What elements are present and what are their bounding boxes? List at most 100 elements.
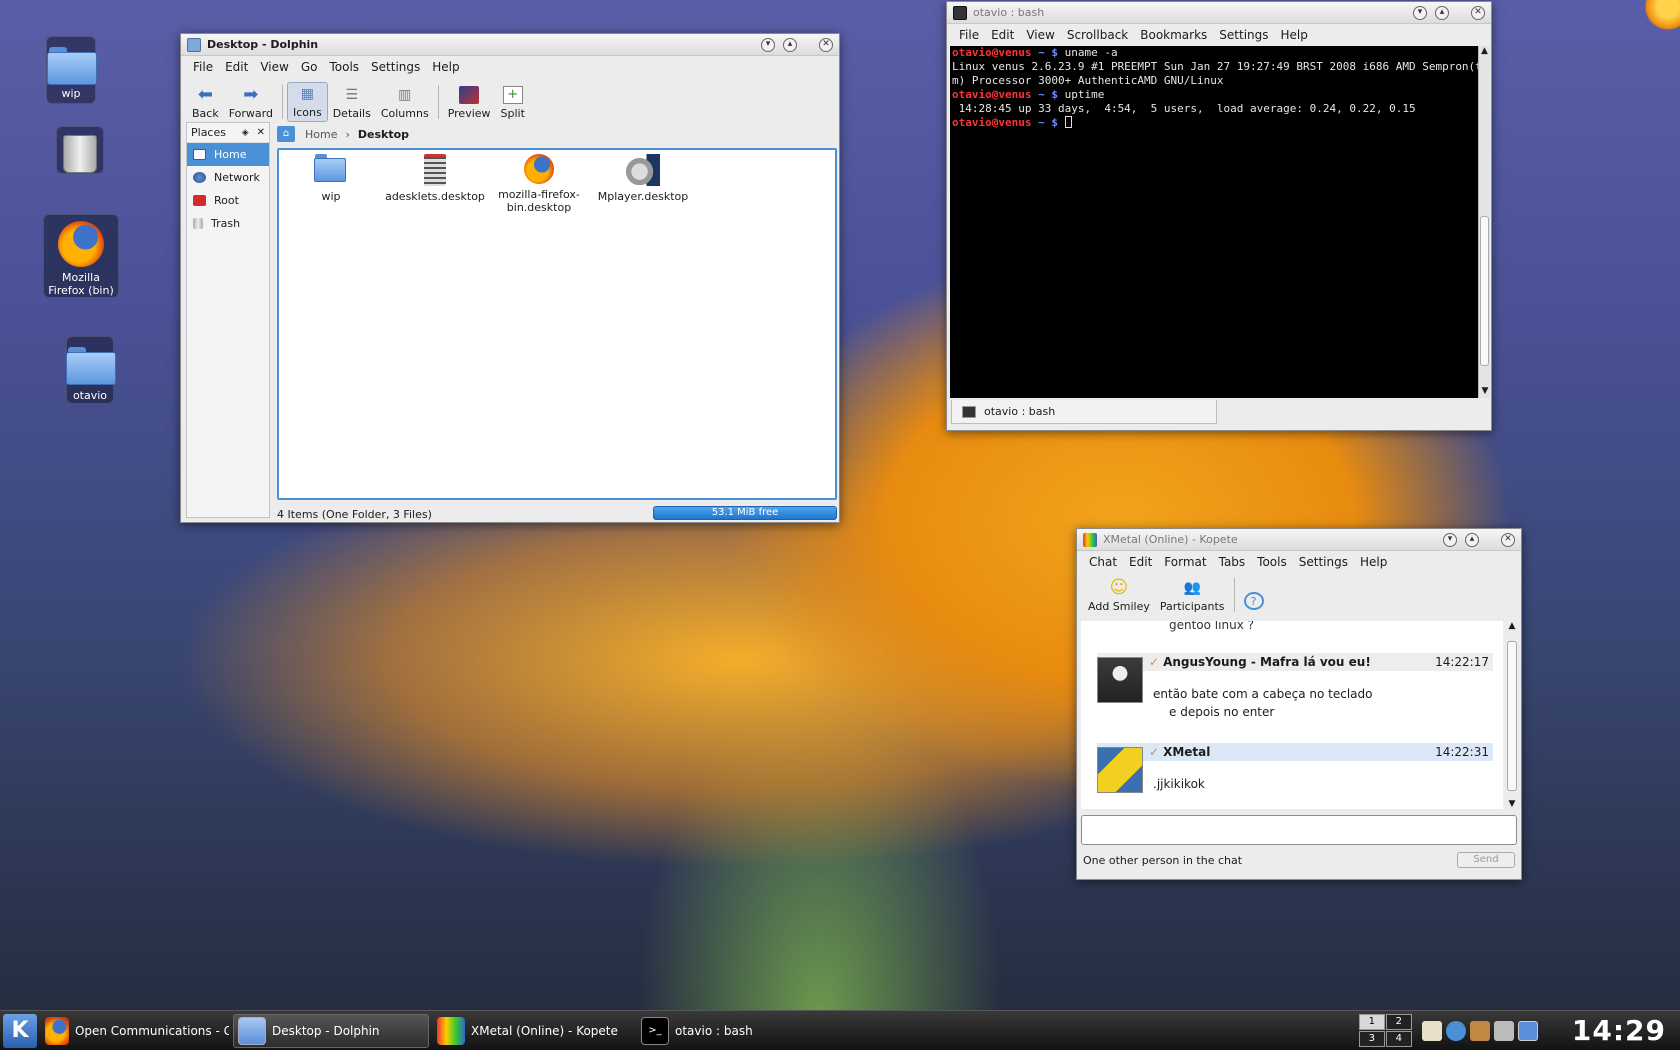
menu-format[interactable]: Format xyxy=(1158,555,1212,569)
message-sender: AngusYoung - Mafra lá vou eu! xyxy=(1163,655,1371,669)
minimize-button[interactable]: ▾ xyxy=(1413,5,1427,20)
home-icon[interactable]: ⌂ xyxy=(277,126,295,142)
file-item[interactable]: Mplayer.desktop xyxy=(593,154,693,203)
task-label: Open Communications - Goog xyxy=(74,1023,229,1038)
partial-message-line: gentoo linux ? xyxy=(1169,621,1254,632)
scrollbar-thumb[interactable] xyxy=(1480,216,1489,366)
file-name: adesklets.desktop xyxy=(385,190,485,203)
desktop-icon-trash[interactable] xyxy=(56,126,104,174)
preview-button[interactable]: Preview xyxy=(443,82,496,122)
menu-chat[interactable]: Chat xyxy=(1083,555,1123,569)
scroll-down-icon[interactable]: ▼ xyxy=(1479,386,1491,396)
minimize-button[interactable]: ▾ xyxy=(761,37,775,52)
clock[interactable]: 14:29 xyxy=(1542,1014,1680,1047)
file-item[interactable]: adesklets.desktop xyxy=(385,154,485,203)
message-header: ✓ AngusYoung - Mafra lá vou eu! 14:22:17 xyxy=(1097,653,1493,671)
back-button[interactable]: ⬅ Back xyxy=(187,82,224,122)
menu-scrollback[interactable]: Scrollback xyxy=(1061,28,1134,42)
maximize-button[interactable]: ▴ xyxy=(1465,532,1479,547)
menu-tabs[interactable]: Tabs xyxy=(1213,555,1252,569)
menu-settings[interactable]: Settings xyxy=(365,60,426,74)
menu-view[interactable]: View xyxy=(254,60,294,74)
icons-view-button[interactable]: ▦ Icons xyxy=(286,82,328,122)
details-view-button[interactable]: ☰ Details xyxy=(328,82,376,122)
file-name: Mplayer.desktop xyxy=(597,190,689,203)
menu-settings[interactable]: Settings xyxy=(1293,555,1354,569)
desktop-icon-firefox[interactable]: Mozilla Firefox (bin) xyxy=(43,214,119,298)
add-smiley-button[interactable]: ☺ Add Smiley xyxy=(1083,575,1155,615)
maximize-button[interactable]: ▴ xyxy=(1435,5,1449,20)
forward-button[interactable]: ➡ Forward xyxy=(224,82,278,122)
columns-view-button[interactable]: ▥ Columns xyxy=(376,82,434,122)
task-dolphin[interactable]: Desktop - Dolphin xyxy=(233,1013,429,1048)
menu-bookmarks[interactable]: Bookmarks xyxy=(1134,28,1213,42)
menu-tools[interactable]: Tools xyxy=(323,60,365,74)
scroll-down-icon[interactable]: ▼ xyxy=(1505,799,1519,809)
close-panel-icon[interactable]: ✕ xyxy=(257,127,265,138)
desktop-icon-wip[interactable]: wip xyxy=(46,36,97,104)
file-item[interactable]: mozilla-firefox-bin.desktop xyxy=(489,154,589,214)
menu-edit[interactable]: Edit xyxy=(1123,555,1158,569)
konsole-titlebar[interactable]: otavio : bash ▾ ▴ ✕ xyxy=(947,2,1491,24)
file-item[interactable]: wip xyxy=(281,154,381,203)
chat-view[interactable]: gentoo linux ? ✓ AngusYoung - Mafra lá v… xyxy=(1081,621,1503,809)
menu-help[interactable]: Help xyxy=(1275,28,1314,42)
chat-bubble-button[interactable]: ? xyxy=(1239,575,1269,615)
places-item-trash[interactable]: Trash xyxy=(187,212,269,235)
float-panel-icon[interactable]: ◈ xyxy=(242,128,249,138)
cashew-icon[interactable] xyxy=(1640,0,1680,34)
places-item-root[interactable]: Root xyxy=(187,189,269,212)
maximize-button[interactable]: ▴ xyxy=(783,37,797,52)
menu-view[interactable]: View xyxy=(1020,28,1060,42)
task-terminal[interactable]: >_ otavio : bash xyxy=(637,1014,827,1048)
menu-tools[interactable]: Tools xyxy=(1251,555,1293,569)
clipboard-icon[interactable] xyxy=(1421,1020,1442,1041)
close-button[interactable]: ✕ xyxy=(819,37,833,52)
message-input[interactable] xyxy=(1081,815,1517,845)
menu-settings[interactable]: Settings xyxy=(1213,28,1274,42)
menu-edit[interactable]: Edit xyxy=(219,60,254,74)
participants-button[interactable]: 👥 Participants xyxy=(1155,575,1230,615)
minimize-button[interactable]: ▾ xyxy=(1443,532,1457,547)
places-item-network[interactable]: Network xyxy=(187,166,269,189)
file-view[interactable]: wip adesklets.desktop mozilla-firefox-bi… xyxy=(277,148,837,500)
menu-file[interactable]: File xyxy=(953,28,985,42)
menu-file[interactable]: File xyxy=(187,60,219,74)
task-kopete[interactable]: XMetal (Online) - Kopete xyxy=(433,1014,633,1048)
kmenu-button[interactable]: K xyxy=(3,1013,37,1048)
close-button[interactable]: ✕ xyxy=(1471,5,1485,20)
kopete-tray-icon[interactable] xyxy=(1445,1020,1466,1041)
scroll-up-icon[interactable]: ▲ xyxy=(1505,621,1519,631)
desktop-icon-otavio[interactable]: otavio xyxy=(66,336,116,404)
breadcrumb: ⌂ Home › Desktop xyxy=(277,124,409,144)
terminal-tab[interactable]: otavio : bash xyxy=(951,400,1217,424)
terminal-scrollbar[interactable]: ▲ ▼ xyxy=(1478,46,1490,398)
scrollbar-thumb[interactable] xyxy=(1507,641,1517,791)
places-item-home[interactable]: Home xyxy=(187,143,269,166)
menu-edit[interactable]: Edit xyxy=(985,28,1020,42)
device-notifier-icon[interactable] xyxy=(1493,1020,1514,1041)
pager-desktop-3[interactable]: 3 xyxy=(1358,1031,1385,1047)
tab-label: otavio : bash xyxy=(984,405,1056,418)
chat-scrollbar[interactable]: ▲ ▼ xyxy=(1505,621,1519,809)
kopete-titlebar[interactable]: XMetal (Online) - Kopete ▾ ▴ ✕ xyxy=(1077,529,1521,551)
menu-help[interactable]: Help xyxy=(426,60,465,74)
kmix-icon[interactable] xyxy=(1469,1020,1490,1041)
dolphin-titlebar[interactable]: Desktop - Dolphin ▾ ▴ ✕ xyxy=(181,34,839,56)
konsole-menubar: File Edit View Scrollback Bookmarks Sett… xyxy=(947,24,1491,46)
pager-desktop-4[interactable]: 4 xyxy=(1385,1031,1412,1047)
places-item-label: Home xyxy=(214,148,247,161)
split-button[interactable]: + Split xyxy=(496,82,530,122)
scroll-up-icon[interactable]: ▲ xyxy=(1479,46,1490,56)
pager-desktop-2[interactable]: 2 xyxy=(1385,1014,1412,1030)
close-button[interactable]: ✕ xyxy=(1501,532,1515,547)
menu-help[interactable]: Help xyxy=(1354,555,1393,569)
menu-go[interactable]: Go xyxy=(295,60,324,74)
terminal-output[interactable]: otavio@venus ~ $ uname -a Linux venus 2.6… xyxy=(950,46,1478,398)
breadcrumb-home[interactable]: Home xyxy=(305,128,337,141)
breadcrumb-desktop[interactable]: Desktop xyxy=(358,128,409,141)
show-desktop-icon[interactable] xyxy=(1517,1020,1538,1041)
pager-desktop-1[interactable]: 1 xyxy=(1358,1014,1385,1030)
send-button[interactable]: Send xyxy=(1457,852,1515,868)
task-firefox[interactable]: Open Communications - Goog xyxy=(41,1014,229,1048)
